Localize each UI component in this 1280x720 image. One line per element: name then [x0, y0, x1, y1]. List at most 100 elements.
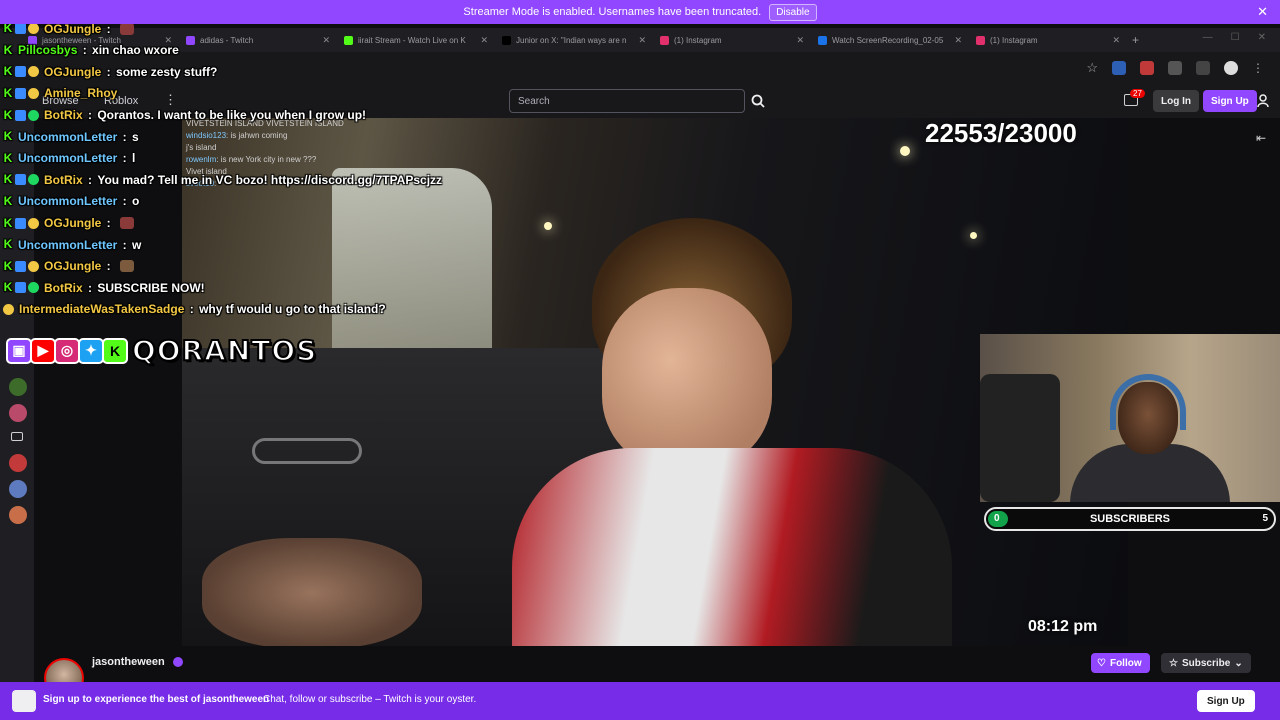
streamer-mode-text: Streamer Mode is enabled. Usernames have…: [463, 6, 762, 18]
extension-icon[interactable]: [1140, 61, 1154, 75]
kick-badge-icon: K: [3, 258, 13, 273]
signup-subtext: Chat, follow or subscribe – Twitch is yo…: [263, 694, 477, 705]
kick-badge-icon: K: [3, 129, 13, 144]
search-button[interactable]: [746, 89, 770, 113]
chat-separator: :: [119, 151, 131, 166]
chat-username[interactable]: OGJungle: [44, 65, 101, 79]
chat-overlay: K OGJungle : K OGJungle : K Pillcosbys : xi…: [0, 0, 500, 330]
chat-badge-icon: [28, 23, 39, 35]
channel-avatar[interactable]: [9, 454, 27, 472]
chat-emote-icon: [120, 22, 135, 35]
chat-separator: :: [103, 259, 115, 274]
notification-count-badge: 27: [1130, 89, 1145, 98]
window-close-icon[interactable]: ✕: [1258, 32, 1266, 43]
puzzle-icon[interactable]: [1168, 61, 1182, 75]
chat-message: K UncommonLetter : w: [3, 237, 142, 252]
browser-tab[interactable]: (1) Instagram ✕: [652, 28, 810, 52]
chat-username[interactable]: BotRix: [44, 108, 83, 122]
video-counter-overlay: 22553/23000: [925, 118, 1077, 148]
extension-icon[interactable]: [1196, 61, 1210, 75]
chat-badge-icon: [28, 109, 39, 121]
tab-close-icon[interactable]: ✕: [796, 35, 804, 46]
chat-username[interactable]: BotRix: [44, 173, 83, 187]
chat-username[interactable]: UncommonLetter: [18, 238, 117, 252]
close-icon[interactable]: ✕: [1257, 4, 1268, 20]
video-clock-overlay: 08:12 pm: [1028, 618, 1098, 635]
subscribe-button[interactable]: ☆ Subscribe ⌄: [1161, 653, 1251, 673]
video-person-hands: [202, 538, 422, 646]
kick-badge-icon: K: [3, 42, 13, 57]
tab-close-icon[interactable]: ✕: [1112, 35, 1120, 46]
platform-badge-icon: [15, 66, 26, 78]
chat-username[interactable]: UncommonLetter: [18, 194, 117, 208]
chat-username[interactable]: OGJungle: [44, 216, 101, 230]
chat-separator: :: [84, 172, 96, 187]
log-in-button[interactable]: Log In: [1153, 90, 1199, 112]
browser-tab[interactable]: (1) Instagram ✕: [968, 28, 1126, 52]
chat-separator: :: [103, 64, 115, 79]
chat-message: K Amine_Rhoy: [3, 86, 118, 100]
minimize-icon[interactable]: —: [1203, 32, 1213, 43]
tab-favicon-icon: [502, 35, 511, 45]
chat-badge-icon: [28, 217, 39, 229]
channel-avatar[interactable]: [9, 378, 27, 396]
chat-message-text: You mad? Tell me in VC bozo! https://dis…: [97, 172, 443, 187]
platform-badge-icon: [15, 217, 26, 229]
chat-message-text: l: [132, 151, 136, 166]
chat-badge-icon: [28, 282, 39, 294]
tab-close-icon[interactable]: ✕: [954, 35, 962, 46]
tab-label: (1) Instagram: [990, 35, 1038, 45]
chat-message: K Pillcosbys : xin chao wxore: [3, 43, 179, 57]
signup-banner-button[interactable]: Sign Up: [1197, 690, 1255, 712]
extension-icon[interactable]: [1112, 61, 1126, 75]
kick-badge-icon: K: [3, 107, 13, 122]
chat-message-text: Qorantos. I want to be like you when I g…: [97, 108, 367, 122]
kick-badge-icon: K: [3, 280, 13, 295]
chat-username[interactable]: BotRix: [44, 281, 83, 295]
subscribers-goal-value: 5: [1262, 513, 1268, 524]
menu-icon[interactable]: ⋮: [1252, 61, 1264, 75]
disable-streamer-mode-button[interactable]: Disable: [769, 3, 817, 21]
instagram-logo-icon: ◎: [54, 337, 80, 364]
search-input[interactable]: [509, 89, 745, 113]
sign-up-button[interactable]: Sign Up: [1203, 90, 1257, 112]
profile-icon[interactable]: [1224, 61, 1238, 75]
tab-label: Junior on X: "Indian ways are n: [516, 35, 627, 45]
tab-close-icon[interactable]: ✕: [638, 35, 646, 46]
browser-tab[interactable]: Junior on X: "Indian ways are n ✕: [494, 28, 652, 52]
chat-username[interactable]: UncommonLetter: [18, 151, 117, 165]
chat-message-text: s: [132, 129, 139, 144]
follow-button[interactable]: ♡ Follow: [1091, 653, 1150, 673]
chat-badge-icon: [28, 260, 39, 272]
platform-badge-icon: [15, 174, 26, 186]
channel-name[interactable]: jasontheween: [92, 656, 165, 668]
chat-separator: :: [119, 237, 131, 252]
chat-username[interactable]: IntermediateWasTakenSadge: [19, 302, 184, 316]
maximize-icon[interactable]: ☐: [1231, 32, 1240, 43]
chat-message: K OGJungle : some zesty stuff?: [3, 64, 218, 79]
chat-username[interactable]: UncommonLetter: [18, 130, 117, 144]
browser-tab[interactable]: Watch ScreenRecording_02-05 ✕: [810, 28, 968, 52]
collapse-chat-icon[interactable]: ⇤: [1256, 131, 1266, 145]
chat-message: K OGJungle :: [3, 258, 135, 274]
chat-separator: :: [119, 129, 131, 144]
bookmark-star-icon[interactable]: ☆: [1086, 60, 1098, 76]
subscribers-label: SUBSCRIBERS: [1089, 513, 1171, 525]
chat-message-text: SUBSCRIBE NOW!: [97, 280, 205, 295]
kick-badge-icon: K: [3, 215, 13, 230]
platform-badge-icon: [15, 23, 26, 35]
video-person-face: [602, 288, 772, 468]
channel-avatar[interactable]: [9, 404, 27, 422]
channel-avatar[interactable]: [9, 506, 27, 524]
chat-username[interactable]: OGJungle: [44, 259, 101, 273]
chat-username[interactable]: Amine_Rhoy: [44, 86, 117, 100]
streamer-mode-banner: Streamer Mode is enabled. Usernames have…: [0, 0, 1280, 24]
chat-message-text: some zesty stuff?: [116, 64, 218, 79]
chat-message: K UncommonLetter : s: [3, 130, 139, 144]
chat-username[interactable]: Pillcosbys: [18, 43, 77, 57]
user-icon[interactable]: [1257, 94, 1269, 108]
webcam-headset: [1110, 374, 1186, 430]
channel-avatar[interactable]: [9, 480, 27, 498]
camera-icon[interactable]: [11, 432, 23, 441]
new-tab-icon[interactable]: +: [1132, 33, 1139, 47]
